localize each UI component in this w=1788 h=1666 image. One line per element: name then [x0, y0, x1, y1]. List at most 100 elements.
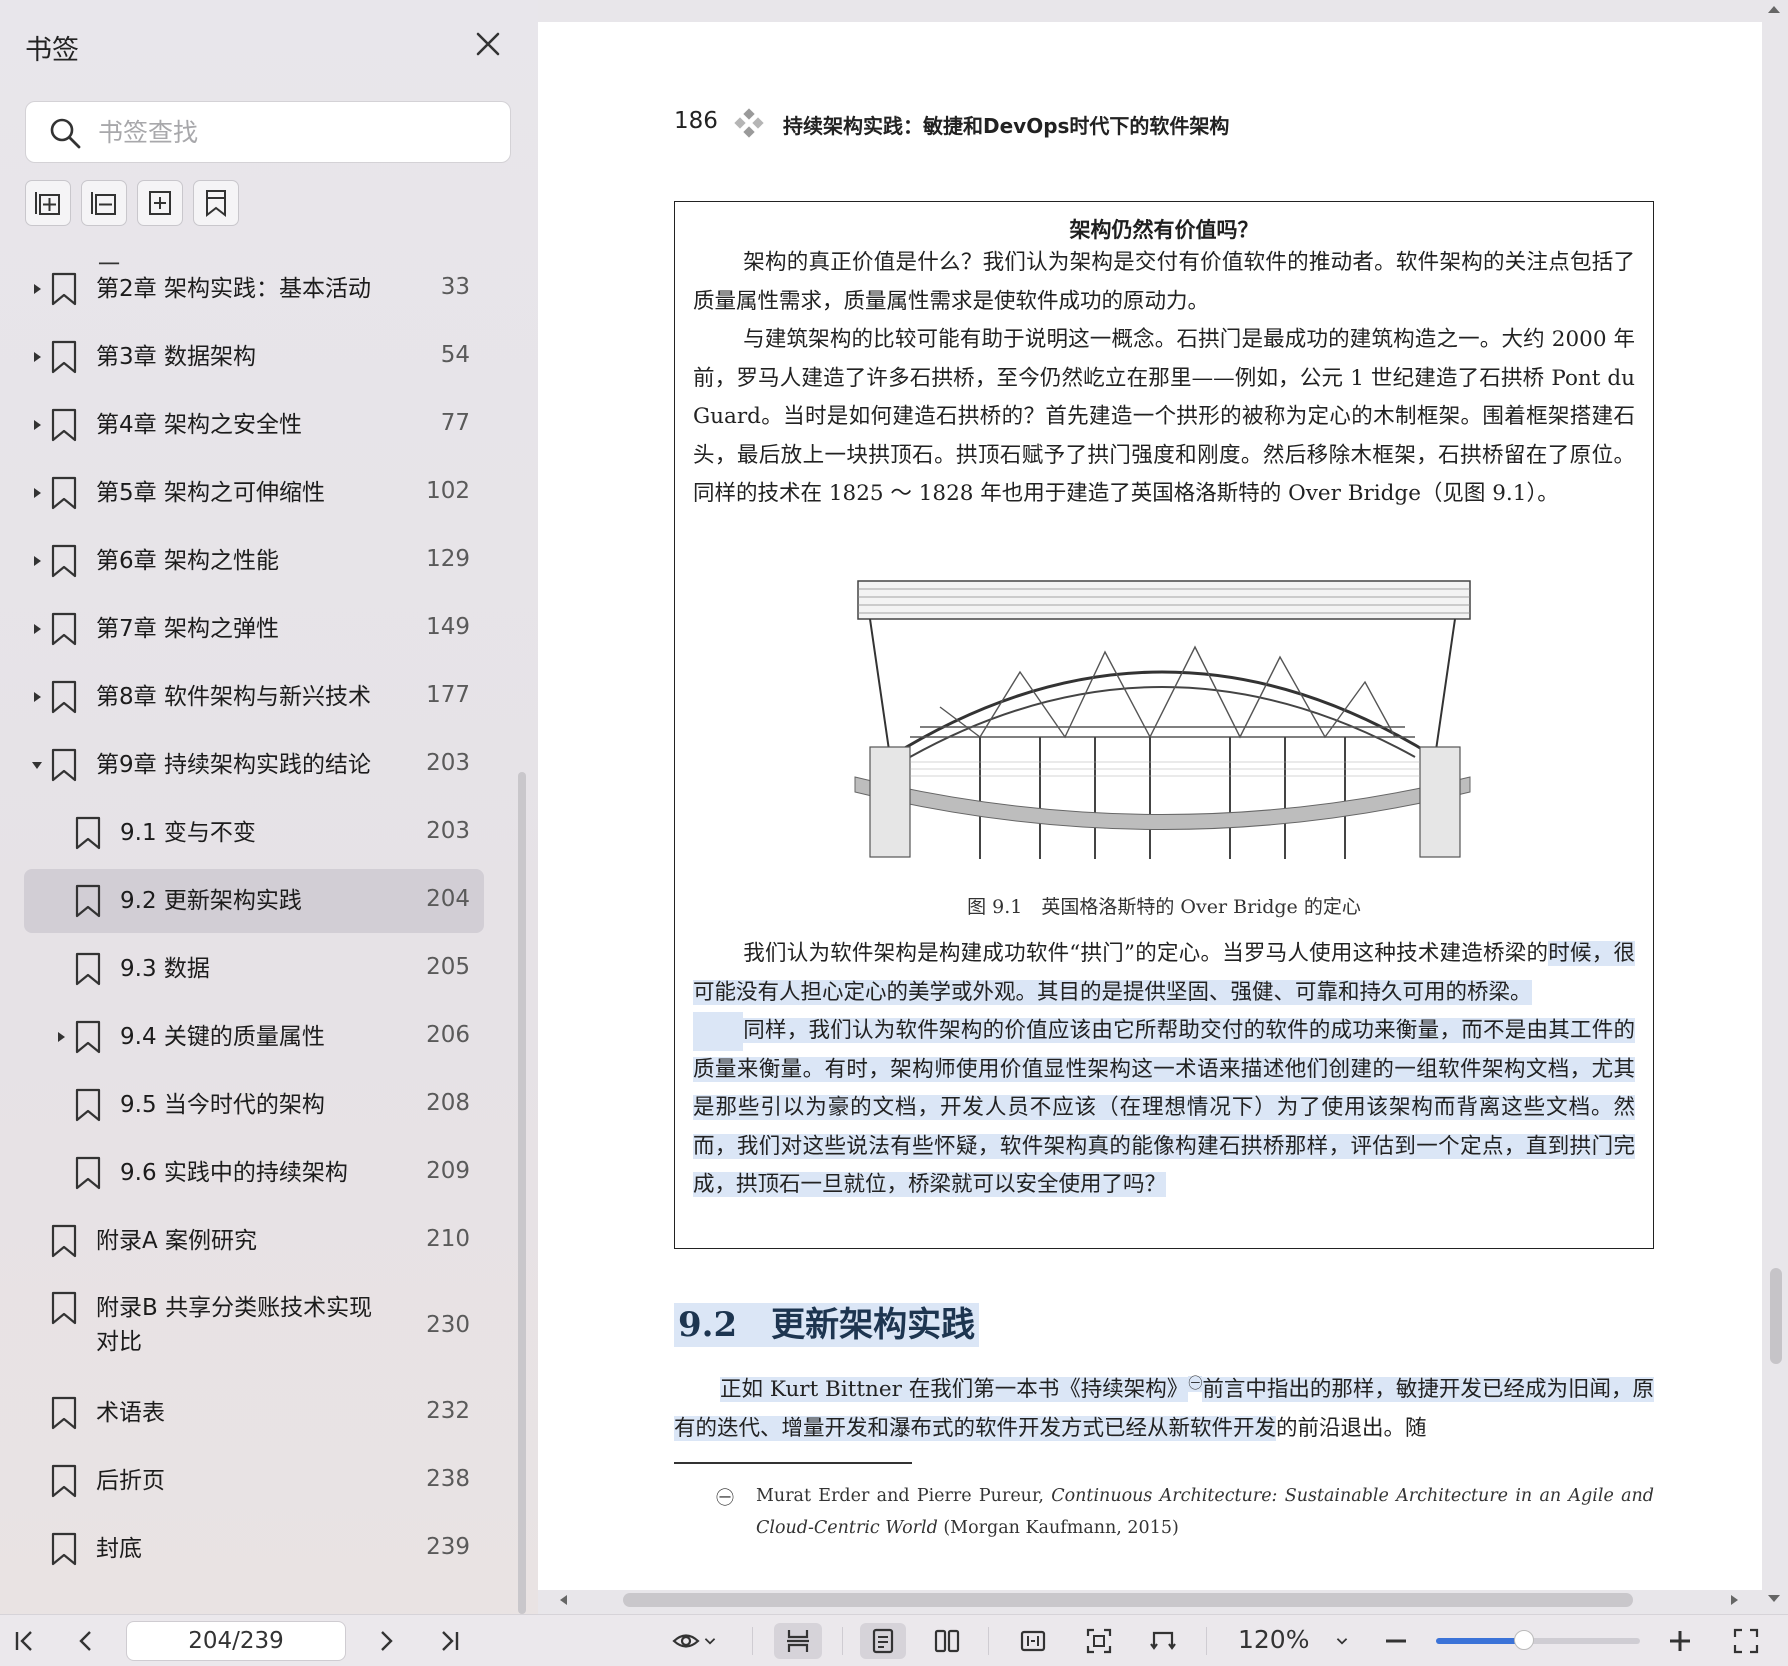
scroll-right-arrow[interactable]	[1728, 1592, 1742, 1608]
bookmark-label: 第5章 架构之可伸缩性	[96, 480, 325, 506]
bookmark-item[interactable]: 附录B 共享分类账技术实现对比 230	[24, 1277, 484, 1377]
caret-right-icon[interactable]	[30, 282, 44, 296]
last-page-icon	[442, 1631, 459, 1651]
bookmark-label: 第7章 架构之弹性	[96, 616, 279, 642]
bookmark-item[interactable]: 第2章 架构实践：基本活动 33	[24, 257, 484, 321]
collapse-all-button[interactable]	[81, 180, 127, 226]
horizontal-scrollbar[interactable]	[623, 1593, 1633, 1607]
bookmark-page-number: 209	[426, 1158, 470, 1184]
bookmark-icon	[75, 1020, 101, 1054]
zoom-slider[interactable]	[1436, 1630, 1640, 1650]
bookmark-search[interactable]	[25, 101, 511, 163]
bookmark-item[interactable]: 附录A 案例研究 210	[24, 1209, 484, 1273]
expand-all-button[interactable]	[25, 180, 71, 226]
running-header: 持续架构实践：敏捷和DevOps时代下的软件架构	[783, 114, 1230, 138]
prev-page-button[interactable]	[68, 1623, 104, 1659]
bookmark-page-number: 33	[440, 274, 470, 300]
bookmark-icon	[75, 884, 101, 918]
vertical-scrollbar[interactable]	[1770, 1268, 1782, 1364]
single-page-icon	[872, 1628, 894, 1654]
bookmark-item[interactable]: 第9章 持续架构实践的结论 203	[24, 733, 484, 797]
zoom-level[interactable]: 120%	[1238, 1625, 1309, 1654]
bookmark-icon	[51, 272, 77, 306]
bookmark-item[interactable]: 9.4 关键的质量属性 206	[24, 1005, 484, 1069]
bookmark-page-number: 238	[426, 1466, 470, 1492]
bookmark-icon	[51, 340, 77, 374]
figure-caption: 图 9.1 英国格洛斯特的 Over Bridge 的定心	[967, 896, 1361, 918]
eye-icon	[672, 1634, 700, 1648]
caret-down-icon[interactable]	[30, 758, 44, 772]
bookmark-item[interactable]: 术语表 232	[24, 1381, 484, 1445]
text-selection[interactable]: 正如 Kurt Bittner 在我们第一本书《持续架构》	[720, 1377, 1189, 1403]
caret-right-icon[interactable]	[30, 622, 44, 636]
rotate-button[interactable]	[1140, 1623, 1186, 1659]
add-bookmark-button[interactable]	[137, 180, 183, 226]
bookmark-icon	[51, 612, 77, 646]
minus-icon	[1386, 1639, 1406, 1643]
caret-right-icon[interactable]	[30, 554, 44, 568]
caret-right-icon[interactable]	[30, 690, 44, 704]
zoom-dropdown[interactable]	[1328, 1623, 1356, 1659]
fit-page-button[interactable]	[1076, 1623, 1122, 1659]
bookmark-item[interactable]: 9.5 当今时代的架构 208	[24, 1073, 484, 1137]
ornament-icon	[734, 108, 764, 138]
bookmark-sidebar: 书签 一 第2章 架构实践：基本活动33第3章 数据架构54第4章 架构之安全性…	[0, 0, 538, 1614]
caret-right-icon[interactable]	[30, 350, 44, 364]
single-page-button[interactable]	[860, 1623, 906, 1659]
scroll-down-arrow[interactable]	[1764, 1590, 1784, 1608]
bookmark-search-input[interactable]	[98, 112, 498, 152]
fit-width-button[interactable]	[1010, 1623, 1056, 1659]
close-icon[interactable]	[470, 26, 506, 62]
bookmark-page-number: 206	[426, 1022, 470, 1048]
bookmark-icon	[75, 1156, 101, 1190]
caret-right-icon[interactable]	[30, 418, 44, 432]
add-bookmark-icon	[149, 191, 171, 215]
first-page-button[interactable]	[6, 1623, 42, 1659]
last-page-button[interactable]	[432, 1623, 468, 1659]
bookmark-item[interactable]: 后折页 238	[24, 1449, 484, 1513]
bookmark-item[interactable]: 第6章 架构之性能 129	[24, 529, 484, 593]
bookmark-label: 术语表	[96, 1400, 165, 1426]
page-number-input[interactable]	[126, 1621, 346, 1661]
section-title[interactable]: 9.2 更新架构实践	[674, 1297, 980, 1347]
bookmark-item[interactable]: 第8章 软件架构与新兴技术 177	[24, 665, 484, 729]
paragraph-1[interactable]: 架构的真正价值是什么？我们认为架构是交付有价值软件的推动者。软件架构的关注点包括…	[693, 244, 1635, 321]
caret-right-icon[interactable]	[30, 486, 44, 500]
footnote: Murat Erder and Pierre Pureur, Continuou…	[756, 1486, 1655, 1538]
bookmark-item[interactable]: 9.1 变与不变 203	[24, 801, 484, 865]
paragraph-2[interactable]: 与建筑架构的比较可能有助于说明这一概念。石拱门是最成功的建筑构造之一。大约 20…	[693, 321, 1635, 514]
bookmark-label: 第3章 数据架构	[96, 344, 256, 370]
figure-over-bridge	[854, 580, 1471, 859]
bookmark-item[interactable]: 9.3 数据 205	[24, 937, 484, 1001]
bookmark-button[interactable]	[193, 180, 239, 226]
caret-right-icon[interactable]	[54, 1030, 68, 1044]
bookmark-item[interactable]: 第7章 架构之弹性 149	[24, 597, 484, 661]
bookmark-icon	[51, 1291, 77, 1325]
bookmark-page-number: 203	[426, 750, 470, 776]
view-mode-dropdown[interactable]	[664, 1623, 724, 1659]
bookmark-item[interactable]: 第5章 架构之可伸缩性 102	[24, 461, 484, 525]
zoom-out-button[interactable]	[1378, 1623, 1414, 1659]
scroll-up-arrow[interactable]	[1764, 0, 1784, 18]
footnote-ref[interactable]: ㊀	[1188, 1376, 1203, 1392]
zoom-slider-fill	[1436, 1638, 1524, 1644]
two-page-button[interactable]	[924, 1623, 970, 1659]
zoom-slider-knob[interactable]	[1513, 1630, 1534, 1650]
sidebar-scrollbar[interactable]	[518, 772, 526, 1614]
fit-page-icon	[1086, 1628, 1112, 1654]
next-page-button[interactable]	[368, 1623, 404, 1659]
section-paragraph[interactable]: 正如 Kurt Bittner 在我们第一本书《持续架构》㊀前言中指出的那样，敏…	[674, 1365, 1654, 1448]
bookmark-item[interactable]: 9.6 实践中的持续架构 209	[24, 1141, 484, 1205]
bookmark-item[interactable]: 9.2 更新架构实践 204	[24, 869, 484, 933]
bookmark-item[interactable]: 第4章 架构之安全性 77	[24, 393, 484, 457]
scroll-left-arrow[interactable]	[556, 1592, 570, 1608]
fullscreen-button[interactable]	[1726, 1623, 1766, 1659]
bookmark-item[interactable]: 封底 239	[24, 1517, 484, 1581]
paragraph-3[interactable]: 我们认为软件架构是构建成功软件“拱门”的定心。当罗马人使用这种技术建造桥梁的时候…	[693, 935, 1635, 1012]
continuous-scroll-button[interactable]	[774, 1623, 822, 1659]
zoom-in-button[interactable]	[1662, 1623, 1698, 1659]
bookmark-item[interactable]: 第3章 数据架构 54	[24, 325, 484, 389]
bookmark-label: 第6章 架构之性能	[96, 548, 279, 574]
text-selection[interactable]: 同样，我们认为软件架构的价值应该由它所帮助交付的软件的成功来衡量，而不是由其工件…	[693, 1018, 1635, 1197]
paragraph-4[interactable]: 同样，我们认为软件架构的价值应该由它所帮助交付的软件的成功来衡量，而不是由其工件…	[693, 1012, 1635, 1205]
